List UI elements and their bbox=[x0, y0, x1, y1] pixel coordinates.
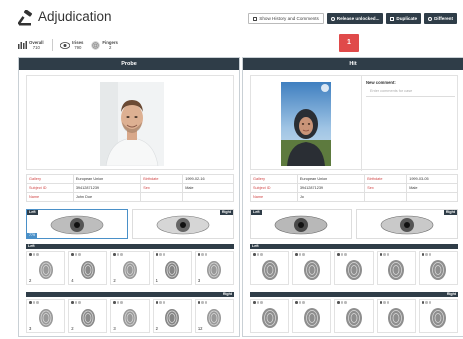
iris-image bbox=[380, 216, 434, 235]
page-header: Adjudication Show History and Comments R… bbox=[0, 0, 463, 34]
iris-score: 779 bbox=[27, 233, 37, 238]
fingerprint-cell[interactable] bbox=[376, 299, 416, 333]
fingerprint-cell[interactable]: 3 bbox=[194, 251, 235, 285]
fingerprint-cell[interactable]: 2 bbox=[110, 251, 150, 285]
fingerprint-image bbox=[38, 260, 53, 279]
fingerprint-image bbox=[346, 307, 362, 328]
fingerprint-image bbox=[430, 307, 447, 328]
probe-panel: Probe Gallery European Union Birthdate 1… bbox=[18, 57, 240, 337]
match-count-badge[interactable]: 1 bbox=[339, 34, 359, 52]
probe-fingers-right: 3 2 3 2 12 bbox=[26, 299, 235, 333]
fingerprint-image bbox=[346, 259, 362, 280]
stat-overall: Overall 710 bbox=[18, 39, 53, 51]
fingerprint-cell[interactable]: 1 bbox=[152, 251, 192, 285]
probe-iris-right[interactable]: Right bbox=[132, 209, 234, 239]
hit-photo-box: New comment: Enter comments for case bbox=[250, 75, 459, 171]
probe-fingers-left-bar: Left bbox=[26, 244, 234, 249]
page-title: Adjudication bbox=[38, 9, 112, 24]
hit-fingers-right bbox=[250, 299, 459, 333]
stat-irises: Irises 790 bbox=[60, 40, 83, 50]
fingerprint-cell[interactable]: 3 bbox=[26, 299, 66, 333]
fingerprint-icon bbox=[91, 40, 101, 50]
release-button[interactable]: Release unlocked... bbox=[326, 13, 384, 24]
fingerprint-image bbox=[80, 260, 95, 279]
fingerprint-image bbox=[261, 259, 278, 280]
fingerprint-cell[interactable]: 2 bbox=[152, 299, 192, 333]
fingerprint-cell[interactable] bbox=[250, 299, 290, 333]
probe-fingers-left: 2 4 2 1 3 bbox=[26, 251, 235, 285]
probe-iris-left[interactable]: Left 779 bbox=[26, 209, 128, 239]
fingerprint-cell[interactable]: 12 bbox=[194, 299, 235, 333]
gavel-icon bbox=[18, 10, 33, 26]
fingerprint-image bbox=[388, 307, 405, 328]
hit-header: Hit bbox=[243, 58, 463, 70]
show-history-button[interactable]: Show History and Comments bbox=[248, 13, 324, 24]
duplicate-icon bbox=[390, 16, 395, 21]
fingerprint-image bbox=[388, 259, 405, 280]
checkbox-icon bbox=[253, 16, 258, 21]
fingerprint-image bbox=[165, 308, 180, 327]
fingerprint-image bbox=[80, 308, 95, 327]
fingerprint-cell[interactable] bbox=[292, 299, 332, 333]
refresh-icon bbox=[330, 16, 335, 21]
fingerprint-cell[interactable] bbox=[292, 251, 332, 285]
probe-photo-box bbox=[26, 75, 234, 170]
hit-fingers-left bbox=[250, 251, 459, 285]
hit-iris-left[interactable]: Left bbox=[250, 209, 352, 239]
probe-info-table: Gallery European Union Birthdate 1999-02… bbox=[26, 174, 234, 202]
fingerprint-cell[interactable] bbox=[250, 251, 290, 285]
probe-header: Probe bbox=[19, 58, 239, 70]
hit-face-photo[interactable] bbox=[281, 82, 331, 166]
hit-info-table: Gallery European Union Birthdate 1999-03… bbox=[250, 174, 458, 202]
fingerprint-cell[interactable] bbox=[334, 251, 374, 285]
fingerprint-image bbox=[303, 259, 320, 280]
fingerprint-image bbox=[430, 259, 447, 280]
hit-panel: Hit New comment: Enter comments for case… bbox=[242, 57, 463, 337]
hit-iris-right[interactable]: Right bbox=[356, 209, 458, 239]
hit-fingers-right-bar: Right bbox=[250, 292, 458, 297]
fingerprint-cell[interactable] bbox=[418, 251, 459, 285]
fingerprint-image bbox=[207, 308, 222, 327]
comment-title: New comment: bbox=[366, 80, 396, 85]
fingerprint-cell[interactable] bbox=[334, 299, 374, 333]
stats-bar: Overall 710 Irises 790 Fingers 2 bbox=[18, 38, 126, 52]
fingerprint-cell[interactable]: 3 bbox=[110, 299, 150, 333]
fingerprint-cell[interactable] bbox=[376, 251, 416, 285]
iris-image bbox=[274, 216, 328, 235]
stat-fingers: Fingers 2 bbox=[91, 40, 118, 50]
hit-fingers-left-bar: Left bbox=[250, 244, 458, 249]
fingerprint-image bbox=[261, 307, 278, 328]
fingerprint-image bbox=[165, 260, 180, 279]
probe-fingers-right-bar: Right bbox=[26, 292, 234, 297]
comment-input[interactable]: Enter comments for case bbox=[366, 87, 455, 97]
fingerprint-image bbox=[207, 260, 222, 279]
eye-icon bbox=[60, 41, 71, 49]
fingerprint-image bbox=[123, 260, 137, 279]
duplicate-button[interactable]: Duplicate bbox=[386, 13, 422, 24]
different-icon bbox=[428, 16, 433, 21]
probe-face-photo[interactable] bbox=[100, 82, 164, 166]
fingerprint-image bbox=[38, 308, 53, 327]
comment-section: New comment: Enter comments for case bbox=[361, 76, 459, 171]
bar-chart-icon bbox=[18, 41, 27, 49]
fingerprint-cell[interactable]: 2 bbox=[26, 251, 66, 285]
different-button[interactable]: Different bbox=[424, 13, 457, 24]
fingerprint-image bbox=[303, 307, 320, 328]
fingerprint-cell[interactable]: 2 bbox=[68, 299, 108, 333]
fingerprint-cell[interactable]: 4 bbox=[68, 251, 108, 285]
iris-image bbox=[50, 216, 104, 235]
fingerprint-image bbox=[123, 308, 137, 327]
iris-image bbox=[156, 216, 210, 235]
fingerprint-cell[interactable] bbox=[418, 299, 459, 333]
